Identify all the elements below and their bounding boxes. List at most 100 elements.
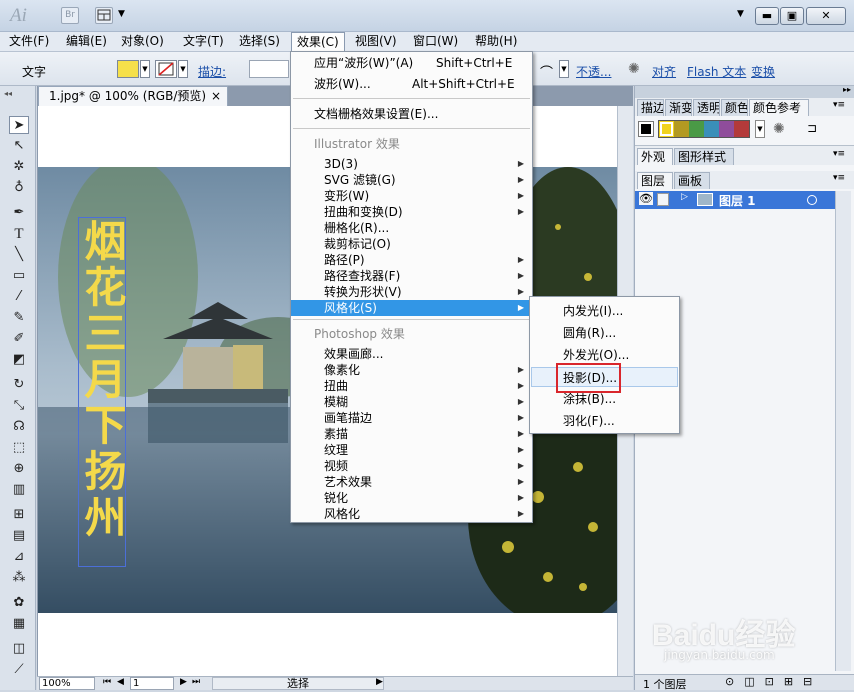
eyedropper-tool-icon[interactable]: ⊿ (9, 548, 29, 566)
pencil-tool-icon[interactable]: ✎ (9, 309, 29, 327)
base-color-swatch[interactable] (638, 121, 654, 137)
vertical-text[interactable]: 烟花三月下扬州 (78, 219, 127, 541)
free-transform-tool-icon[interactable]: ⬚ (9, 439, 29, 457)
tab-appearance[interactable]: 外观 (637, 148, 673, 165)
harmony-swatch[interactable] (704, 121, 719, 137)
recolor-icon[interactable]: ✺ (628, 61, 640, 77)
status-menu-icon[interactable]: ▶ (376, 677, 383, 687)
save-group-icon[interactable]: ⊐ (807, 121, 817, 135)
appearance-menu-icon[interactable]: ▾≡ (833, 149, 845, 159)
slice-tool-icon[interactable]: ⟋ (9, 661, 29, 679)
menu-help[interactable]: 帮助(H) (470, 32, 522, 51)
harmony-swatch[interactable] (734, 121, 749, 137)
menu-item-distort-transform[interactable]: 扭曲和变换(D) ▶ (291, 204, 532, 220)
tab-transparency[interactable]: 透明 (693, 99, 720, 116)
fill-swatch[interactable] (117, 60, 139, 78)
fill-dropdown-icon[interactable]: ▼ (140, 60, 150, 78)
menu-window[interactable]: 窗口(W) (408, 32, 463, 51)
line-tool-icon[interactable]: ╲ (9, 246, 29, 264)
style-dropdown-icon[interactable]: ▼ (559, 60, 569, 78)
shape-builder-tool-icon[interactable]: ⊕ (9, 460, 29, 478)
first-page-icon[interactable]: ⏮ (103, 677, 111, 687)
warp-tool-icon[interactable]: ☊ (9, 418, 29, 436)
menu-item-stylize[interactable]: 风格化(S) ▶ (291, 300, 532, 316)
rotate-tool-icon[interactable]: ↻ (9, 376, 29, 394)
menu-item-blur[interactable]: 模糊 ▶ (291, 394, 532, 410)
mesh-tool-icon[interactable]: ⊞ (9, 506, 29, 524)
document-tab[interactable]: 1.jpg* @ 100% (RGB/预览) × (38, 86, 228, 106)
menu-item-sketch[interactable]: 素描 ▶ (291, 426, 532, 442)
layer-action-icons[interactable]: ⊙◫⊡⊞⊟ (725, 675, 822, 688)
current-tool-status[interactable]: 选择 (212, 677, 384, 690)
tab-layers[interactable]: 图层 (637, 172, 673, 189)
tab-gradient[interactable]: 渐变 (665, 99, 692, 116)
menu-item-pathfinder[interactable]: 路径查找器(F) ▶ (291, 268, 532, 284)
menu-edit[interactable]: 编辑(E) (61, 32, 112, 51)
artboard-tool-icon[interactable]: ◫ (9, 640, 29, 658)
tab-graphic-styles[interactable]: 图形样式 (674, 148, 734, 165)
menu-item-rasterize[interactable]: 栅格化(R)... (291, 220, 532, 236)
harmony-swatch[interactable] (659, 121, 674, 137)
layers-scrollbar[interactable] (835, 191, 851, 671)
graph-tool-icon[interactable]: ▥ (9, 481, 29, 499)
harmony-swatch[interactable] (689, 121, 704, 137)
chevron-down-icon[interactable]: ▼ (118, 9, 125, 19)
last-page-icon[interactable]: ⏭ (192, 677, 200, 687)
menu-item-stylize-ps[interactable]: 风格化 ▶ (291, 506, 532, 522)
workspace-chevron-icon[interactable]: ▼ (737, 9, 744, 19)
menu-item-warp[interactable]: 变形(W) ▶ (291, 188, 532, 204)
menu-file[interactable]: 文件(F) (4, 32, 54, 51)
blend-tool-icon[interactable]: ⁂ (9, 569, 29, 587)
next-page-icon[interactable]: ▶ (180, 677, 187, 687)
stroke-dropdown-icon[interactable]: ▼ (178, 60, 188, 78)
menu-item-pixelate[interactable]: 像素化 ▶ (291, 362, 532, 378)
zoom-field[interactable]: 100% (39, 677, 95, 690)
magic-wand-tool-icon[interactable]: ✲ (9, 158, 29, 176)
apply-last-effect-item[interactable]: 应用“波形(W)”(A) Shift+Ctrl+E (291, 55, 532, 71)
menu-type[interactable]: 文字(T) (178, 32, 229, 51)
menu-item-inner-glow[interactable]: 内发光(I)... (530, 303, 679, 319)
lasso-tool-icon[interactable]: ♁ (9, 179, 29, 197)
menu-select[interactable]: 选择(S) (234, 32, 285, 51)
menu-item-artistic[interactable]: 艺术效果 ▶ (291, 474, 532, 490)
menu-item-outer-glow[interactable]: 外发光(O)... (530, 347, 679, 363)
menu-item-brush-strokes[interactable]: 画笔描边 ▶ (291, 410, 532, 426)
gradient-tool-icon[interactable]: ▤ (9, 527, 29, 545)
edit-colors-icon[interactable]: ✺ (773, 121, 785, 137)
tab-stroke[interactable]: 描边 (637, 99, 664, 116)
transform-link[interactable]: 变换 (751, 63, 775, 80)
minimize-button[interactable]: ▬ (755, 7, 779, 25)
column-graph-tool-icon[interactable]: ▦ (9, 615, 29, 633)
flash-text-link[interactable]: Flash 文本 (687, 63, 746, 80)
menu-item-round-corners[interactable]: 圆角(R)... (530, 325, 679, 341)
close-tab-icon[interactable]: × (211, 87, 221, 106)
selection-tool-icon[interactable]: ➤ (9, 116, 29, 134)
eraser-tool-icon[interactable]: ◩ (9, 351, 29, 369)
collapse-icon[interactable]: ◂◂ (4, 89, 12, 98)
align-link[interactable]: 对齐 (652, 63, 676, 80)
menu-item-path[interactable]: 路径(P) ▶ (291, 252, 532, 268)
bridge-button[interactable]: Br (61, 7, 79, 24)
menu-item-effect-gallery[interactable]: 效果画廊... (291, 346, 532, 362)
menu-item-scribble[interactable]: 涂抹(B)... (530, 391, 679, 407)
harmony-dropdown-icon[interactable]: ▼ (755, 120, 765, 138)
stroke-none-icon[interactable] (155, 60, 177, 78)
menu-view[interactable]: 视图(V) (350, 32, 402, 51)
paintbrush-tool-icon[interactable]: ⁄ (9, 288, 29, 306)
target-circle-icon[interactable] (807, 195, 817, 205)
last-effect-item[interactable]: 波形(W)... Alt+Shift+Ctrl+E (291, 76, 532, 92)
menu-item-distort[interactable]: 扭曲 ▶ (291, 378, 532, 394)
panel-menu-icon[interactable]: ▾≡ (833, 100, 845, 110)
menu-item-feather[interactable]: 羽化(F)... (530, 413, 679, 429)
menu-item-texture[interactable]: 纹理 ▶ (291, 442, 532, 458)
stroke-weight-input[interactable] (249, 60, 289, 78)
scale-tool-icon[interactable]: ⤡ (9, 397, 29, 415)
blob-brush-tool-icon[interactable]: ✐ (9, 330, 29, 348)
tab-color[interactable]: 颜色 (721, 99, 748, 116)
raster-effects-settings-item[interactable]: 文档栅格效果设置(E)... (291, 106, 532, 122)
prev-page-icon[interactable]: ◀ (117, 677, 124, 687)
visibility-eye-icon[interactable]: 👁 (639, 192, 653, 205)
harmony-swatch[interactable] (719, 121, 734, 137)
rectangle-tool-icon[interactable]: ▭ (9, 267, 29, 285)
layer-row[interactable]: 👁 ▷ 图层 1 (635, 191, 835, 209)
